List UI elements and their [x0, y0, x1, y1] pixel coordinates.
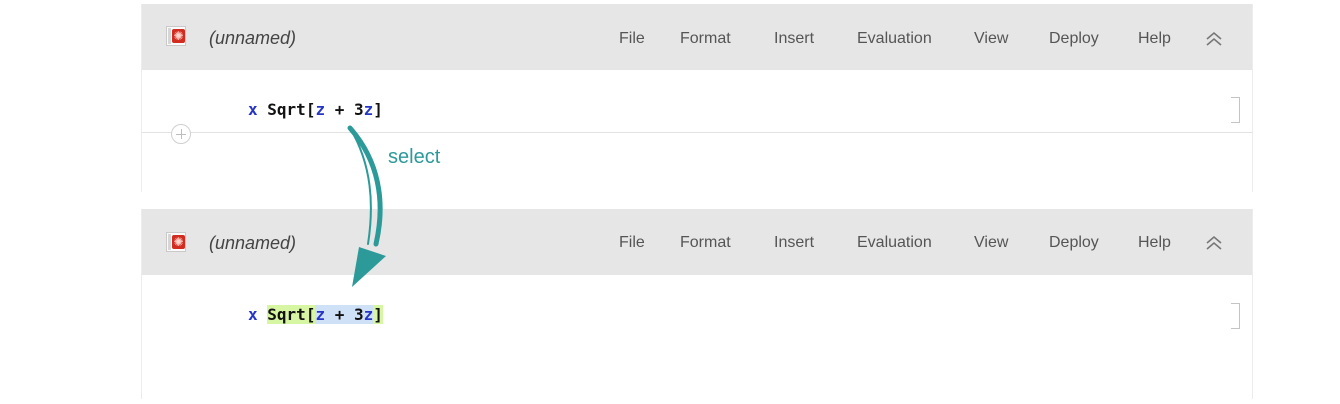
notebook-toolbar: ✺ (unnamed) File Format Insert Evaluatio… — [142, 4, 1252, 70]
menu-view[interactable]: View — [974, 30, 1008, 48]
code-variable-x: x — [248, 305, 258, 324]
code-open-bracket: [ — [305, 100, 316, 119]
double-chevron-up-icon[interactable] — [1205, 235, 1223, 251]
menu-file[interactable]: File — [619, 30, 645, 48]
notebook-title[interactable]: (unnamed) — [209, 233, 296, 254]
menu-format[interactable]: Format — [680, 234, 731, 252]
input-cell-code[interactable]: x Sqrt[z + 3z] — [248, 99, 383, 121]
menu-insert[interactable]: Insert — [774, 234, 814, 252]
code-open-bracket: [ — [305, 305, 316, 324]
menu-insert[interactable]: Insert — [774, 30, 814, 48]
code-variable-x: x — [248, 100, 258, 119]
code-variable-z: z — [315, 305, 326, 324]
selected-function-highlight: ] — [373, 305, 383, 324]
code-variable-z: z — [315, 100, 326, 119]
code-number: 3 — [354, 305, 364, 324]
cell-insertion-line — [142, 132, 1252, 133]
annotation-select-label: select — [388, 146, 441, 168]
code-close-bracket: ] — [373, 100, 383, 119]
menu-help[interactable]: Help — [1138, 30, 1171, 48]
add-cell-plus-icon[interactable] — [171, 124, 191, 144]
code-function-sqrt: Sqrt — [267, 305, 306, 324]
code-function-sqrt: Sqrt — [267, 100, 306, 119]
menu-file[interactable]: File — [619, 234, 645, 252]
menu-view[interactable]: View — [974, 234, 1008, 252]
menu-deploy[interactable]: Deploy — [1049, 234, 1099, 252]
notebook-panel-after: ✺ (unnamed) File Format Insert Evaluatio… — [141, 209, 1253, 399]
notebook-toolbar: ✺ (unnamed) File Format Insert Evaluatio… — [142, 209, 1252, 275]
double-chevron-up-icon[interactable] — [1205, 31, 1223, 47]
input-cell-code[interactable]: x Sqrt[z + 3z] — [248, 304, 383, 326]
notebook-icon[interactable]: ✺ — [166, 232, 186, 252]
menu-evaluation[interactable]: Evaluation — [857, 30, 932, 48]
notebook-panel-before: ✺ (unnamed) File Format Insert Evaluatio… — [141, 4, 1253, 192]
cell-bracket[interactable] — [1231, 303, 1240, 329]
cell-bracket[interactable] — [1231, 97, 1240, 123]
notebook-icon[interactable]: ✺ — [166, 26, 186, 46]
code-variable-z: z — [363, 100, 374, 119]
menu-deploy[interactable]: Deploy — [1049, 30, 1099, 48]
code-close-bracket: ] — [373, 305, 383, 324]
menu-help[interactable]: Help — [1138, 234, 1171, 252]
selected-function-highlight: Sqrt[ — [267, 305, 316, 324]
notebook-title[interactable]: (unnamed) — [209, 28, 296, 49]
menu-evaluation[interactable]: Evaluation — [857, 234, 932, 252]
code-number: 3 — [354, 100, 364, 119]
menu-format[interactable]: Format — [680, 30, 731, 48]
code-plus-operator: + — [334, 305, 345, 324]
selected-argument-highlight: z + 3z — [315, 305, 374, 324]
code-variable-z: z — [363, 305, 374, 324]
code-plus-operator: + — [334, 100, 345, 119]
